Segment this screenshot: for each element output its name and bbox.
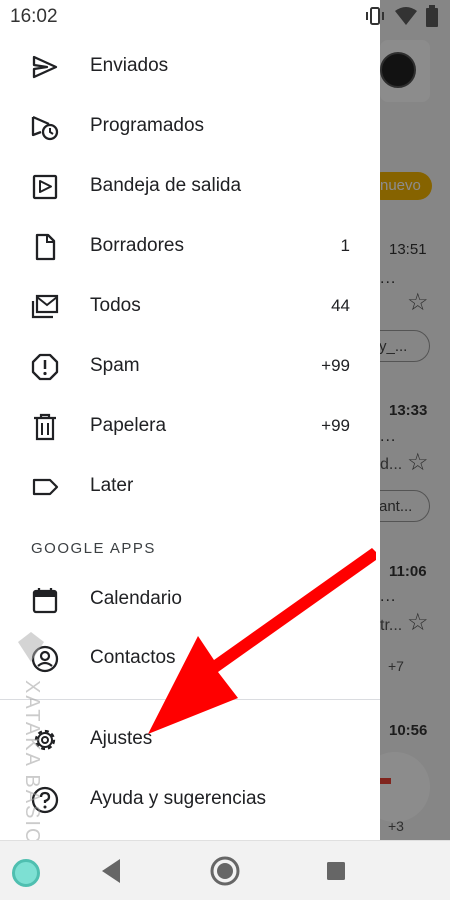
scheduled-icon bbox=[31, 115, 59, 141]
drawer-item-label: Spam bbox=[90, 355, 140, 376]
drawer-item-label: Todos bbox=[90, 295, 141, 316]
vibrate-icon bbox=[366, 7, 384, 25]
drawer-item-scheduled[interactable]: Programados bbox=[0, 101, 380, 153]
recents-button[interactable] bbox=[318, 854, 354, 888]
drawer-item-outbox[interactable]: Bandeja de salida bbox=[0, 161, 380, 213]
drawer-item-label: Ajustes bbox=[90, 728, 153, 749]
status-time: 16:02 bbox=[10, 6, 58, 27]
drawer-item-count: 44 bbox=[331, 296, 350, 315]
drawer-item-all-mail[interactable]: Todos 44 bbox=[0, 281, 380, 333]
home-button[interactable] bbox=[207, 854, 243, 888]
drawer-divider bbox=[0, 699, 380, 700]
drawer-item-sent[interactable]: Enviados bbox=[0, 41, 380, 93]
back-button[interactable] bbox=[94, 854, 130, 888]
send-icon bbox=[32, 55, 58, 79]
drawer-item-label: Ayuda y sugerencias bbox=[90, 788, 267, 809]
label-icon bbox=[32, 478, 59, 496]
drawer-item-spam[interactable]: Spam +99 bbox=[0, 341, 380, 393]
drawer-item-contacts[interactable]: Contactos bbox=[0, 633, 380, 685]
draft-icon bbox=[35, 233, 56, 261]
drawer-item-label: Contactos bbox=[90, 647, 176, 668]
section-header-google-apps: GOOGLE APPS bbox=[31, 540, 156, 557]
watermark-text: XATAKA BASICS bbox=[21, 680, 43, 860]
status-icons bbox=[364, 5, 438, 27]
drawer-item-help[interactable]: Ayuda y sugerencias bbox=[0, 774, 380, 826]
trash-icon bbox=[34, 413, 56, 441]
drawer-item-later[interactable]: Later bbox=[0, 461, 380, 513]
drawer-item-label: Papelera bbox=[90, 415, 167, 436]
calendar-icon bbox=[32, 588, 58, 614]
spam-icon bbox=[31, 353, 59, 381]
assistant-icon[interactable] bbox=[12, 859, 40, 887]
system-nav-bar bbox=[0, 840, 450, 900]
xataka-logo-icon bbox=[18, 632, 44, 662]
drawer-item-label: Programados bbox=[90, 115, 205, 136]
drawer-item-drafts[interactable]: Borradores 1 bbox=[0, 221, 380, 273]
all-mail-icon bbox=[31, 294, 59, 319]
drawer-item-count: +99 bbox=[321, 416, 350, 435]
drawer-item-label: Enviados bbox=[90, 55, 169, 76]
drawer-item-calendar[interactable]: Calendario bbox=[0, 574, 380, 626]
outbox-icon bbox=[32, 174, 58, 200]
drawer-item-label: Bandeja de salida bbox=[90, 175, 242, 196]
drawer-item-trash[interactable]: Papelera +99 bbox=[0, 401, 380, 453]
status-bar: 16:02 bbox=[0, 0, 450, 32]
drawer-item-label: Calendario bbox=[90, 588, 182, 609]
drawer-item-settings[interactable]: Ajustes bbox=[0, 714, 380, 766]
drawer-item-count: 1 bbox=[340, 236, 350, 255]
navigation-drawer: Enviados Programados Bandeja de salida B… bbox=[0, 0, 380, 840]
battery-icon bbox=[426, 5, 438, 27]
drawer-item-count: +99 bbox=[321, 356, 350, 375]
drawer-item-label: Later bbox=[90, 475, 134, 496]
wifi-icon bbox=[395, 7, 417, 25]
drawer-item-label: Borradores bbox=[90, 235, 184, 256]
